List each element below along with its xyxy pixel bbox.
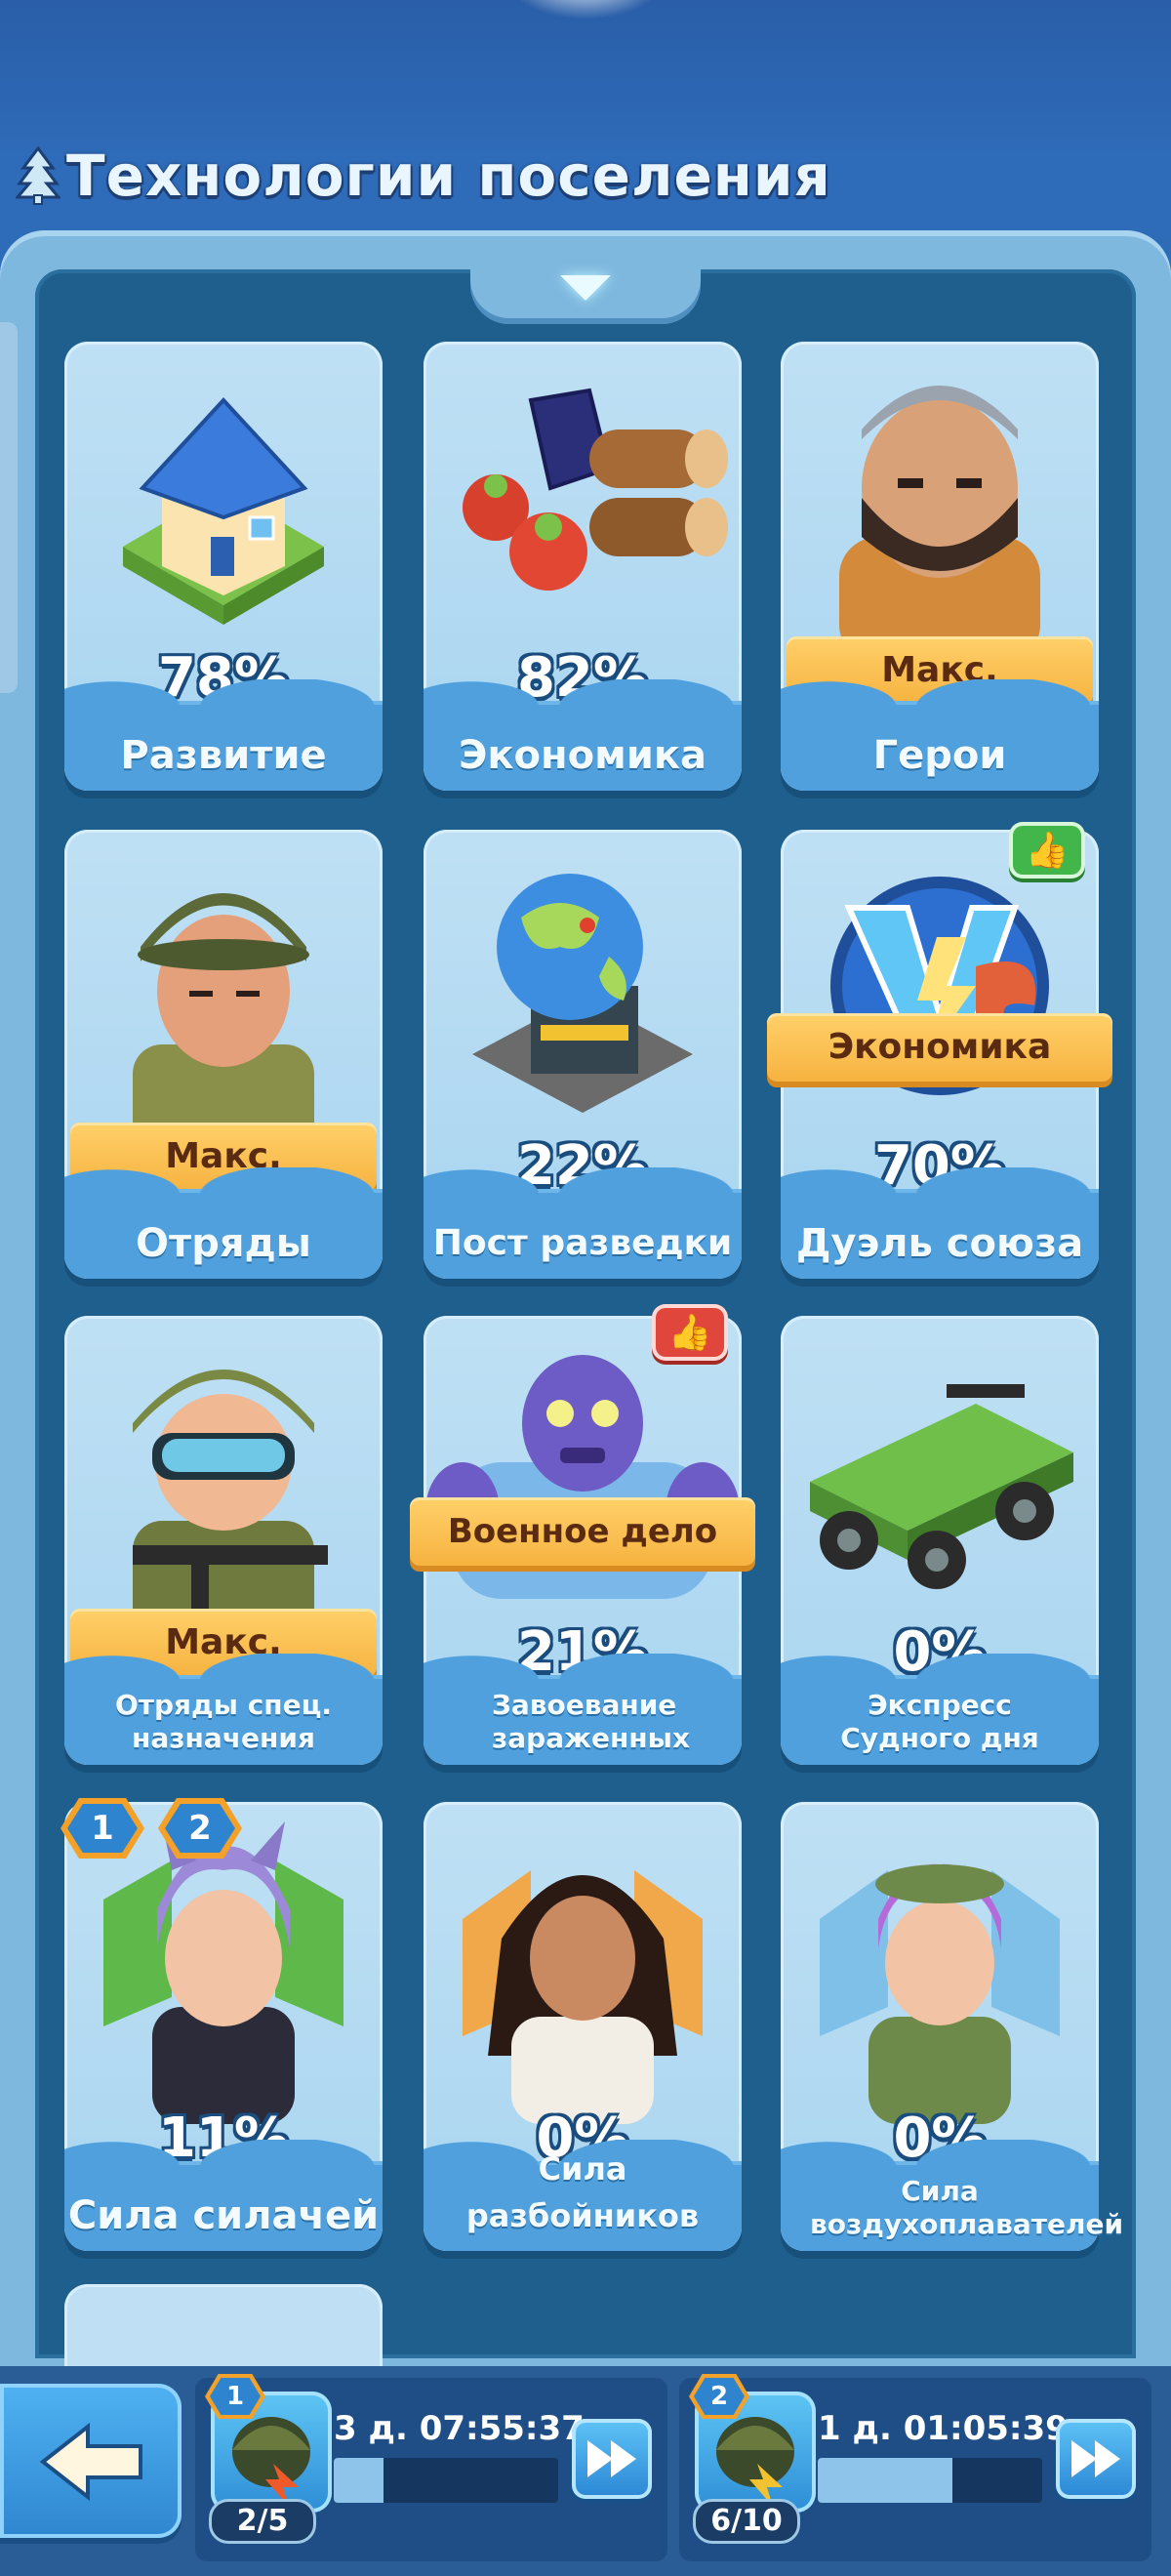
back-button[interactable]: [0, 2384, 182, 2538]
tech-card-doomsday-express[interactable]: 0% Экспресс Судного дня: [781, 1316, 1099, 1765]
tech-card-brawler-power[interactable]: 11% Сила силачей: [64, 1802, 383, 2251]
card-label: Пост разведки: [432, 1223, 733, 1263]
thumbs-up-icon: 👍: [652, 1304, 728, 1361]
collapse-tab[interactable]: [470, 266, 701, 324]
aviator-hero-icon: [820, 1863, 1060, 2124]
tech-card-squads[interactable]: Макс. Отряды: [64, 830, 383, 1279]
card-label: Отряды спец. назначения: [114, 1689, 333, 1754]
card-label: Сила воздухоплавателей: [810, 2175, 1124, 2240]
globe-icon: [472, 874, 693, 1113]
tech-card-alliance-duel[interactable]: Экономика 70% Дуэль союза: [767, 830, 1112, 1279]
queue-timer: 3 д. 07:55:37: [334, 2409, 585, 2448]
thumbs-up-icon: 👍: [1009, 822, 1085, 879]
tech-card-heroes[interactable]: Макс. Герои: [781, 342, 1099, 791]
card-label: Завоевание зараженных: [492, 1689, 691, 1754]
queue-progress-bar: [334, 2458, 558, 2503]
tech-card-marksman-power[interactable]: 0% Сила разбойников: [424, 1802, 742, 2251]
page-title: Технологии поселения: [66, 143, 831, 209]
house-icon: [123, 397, 324, 625]
fast-forward-icon: [1071, 2440, 1120, 2477]
top-light: [507, 0, 664, 20]
speedup-button[interactable]: [572, 2419, 652, 2499]
tech-card-recon-post[interactable]: 22% Пост разведки: [424, 830, 742, 1279]
scrollbar[interactable]: [0, 322, 18, 693]
queue-progress-fill: [334, 2458, 384, 2503]
tech-card-special-forces[interactable]: Макс. Отряды спец. назначения: [64, 1316, 383, 1765]
resources-icon: [463, 388, 728, 591]
hero-portrait-icon: [839, 386, 1040, 664]
research-queue-1[interactable]: 1 2/5 3 д. 07:55:37: [195, 2374, 667, 2561]
marksman-hero-icon: [463, 1870, 703, 2124]
zombie-icon: [425, 1355, 740, 1599]
tree-icon: [16, 146, 61, 205]
back-arrow-icon: [39, 2423, 142, 2501]
tech-card-infected-conquest[interactable]: Военное дело 21% Завоевание зараженных: [410, 1316, 755, 1765]
card-label: Сила разбойников: [465, 2150, 700, 2234]
card-label: Развитие: [120, 733, 327, 778]
queue-count: 6/10: [693, 2499, 800, 2544]
queue-progress-fill: [818, 2458, 952, 2503]
fast-forward-icon: [587, 2440, 636, 2477]
research-queue-2[interactable]: 2 6/10 1 д. 01:05:39: [679, 2374, 1151, 2561]
speedup-button[interactable]: [1056, 2419, 1136, 2499]
tech-card-economy[interactable]: 82% Экономика: [424, 342, 742, 791]
tech-card-development[interactable]: 78% Развитие: [64, 342, 383, 791]
card-label: Сила силачей: [67, 2193, 380, 2238]
page-header: Технологии поселения: [16, 137, 831, 215]
card-label: Экспресс Судного дня: [840, 1689, 1039, 1754]
queue-count: 2/5: [209, 2499, 316, 2544]
chevron-down-icon: [560, 275, 611, 301]
card-label: Герои: [872, 733, 1007, 778]
special-soldier-icon: [133, 1370, 328, 1638]
soldier-portrait-icon: [133, 893, 314, 1152]
category-ribbon: Экономика: [767, 1013, 1112, 1082]
card-label: Экономика: [459, 733, 707, 778]
queue-progress-bar: [818, 2458, 1042, 2503]
category-ribbon: Военное дело: [410, 1497, 755, 1566]
queue-timer: 1 д. 01:05:39: [818, 2409, 1069, 2448]
tech-card-aviator-power[interactable]: 0% Сила воздухоплавателей: [781, 1802, 1124, 2251]
card-label: Отряды: [136, 1221, 311, 1266]
truck-icon: [810, 1384, 1073, 1589]
card-label: Дуэль союза: [795, 1221, 1084, 1266]
